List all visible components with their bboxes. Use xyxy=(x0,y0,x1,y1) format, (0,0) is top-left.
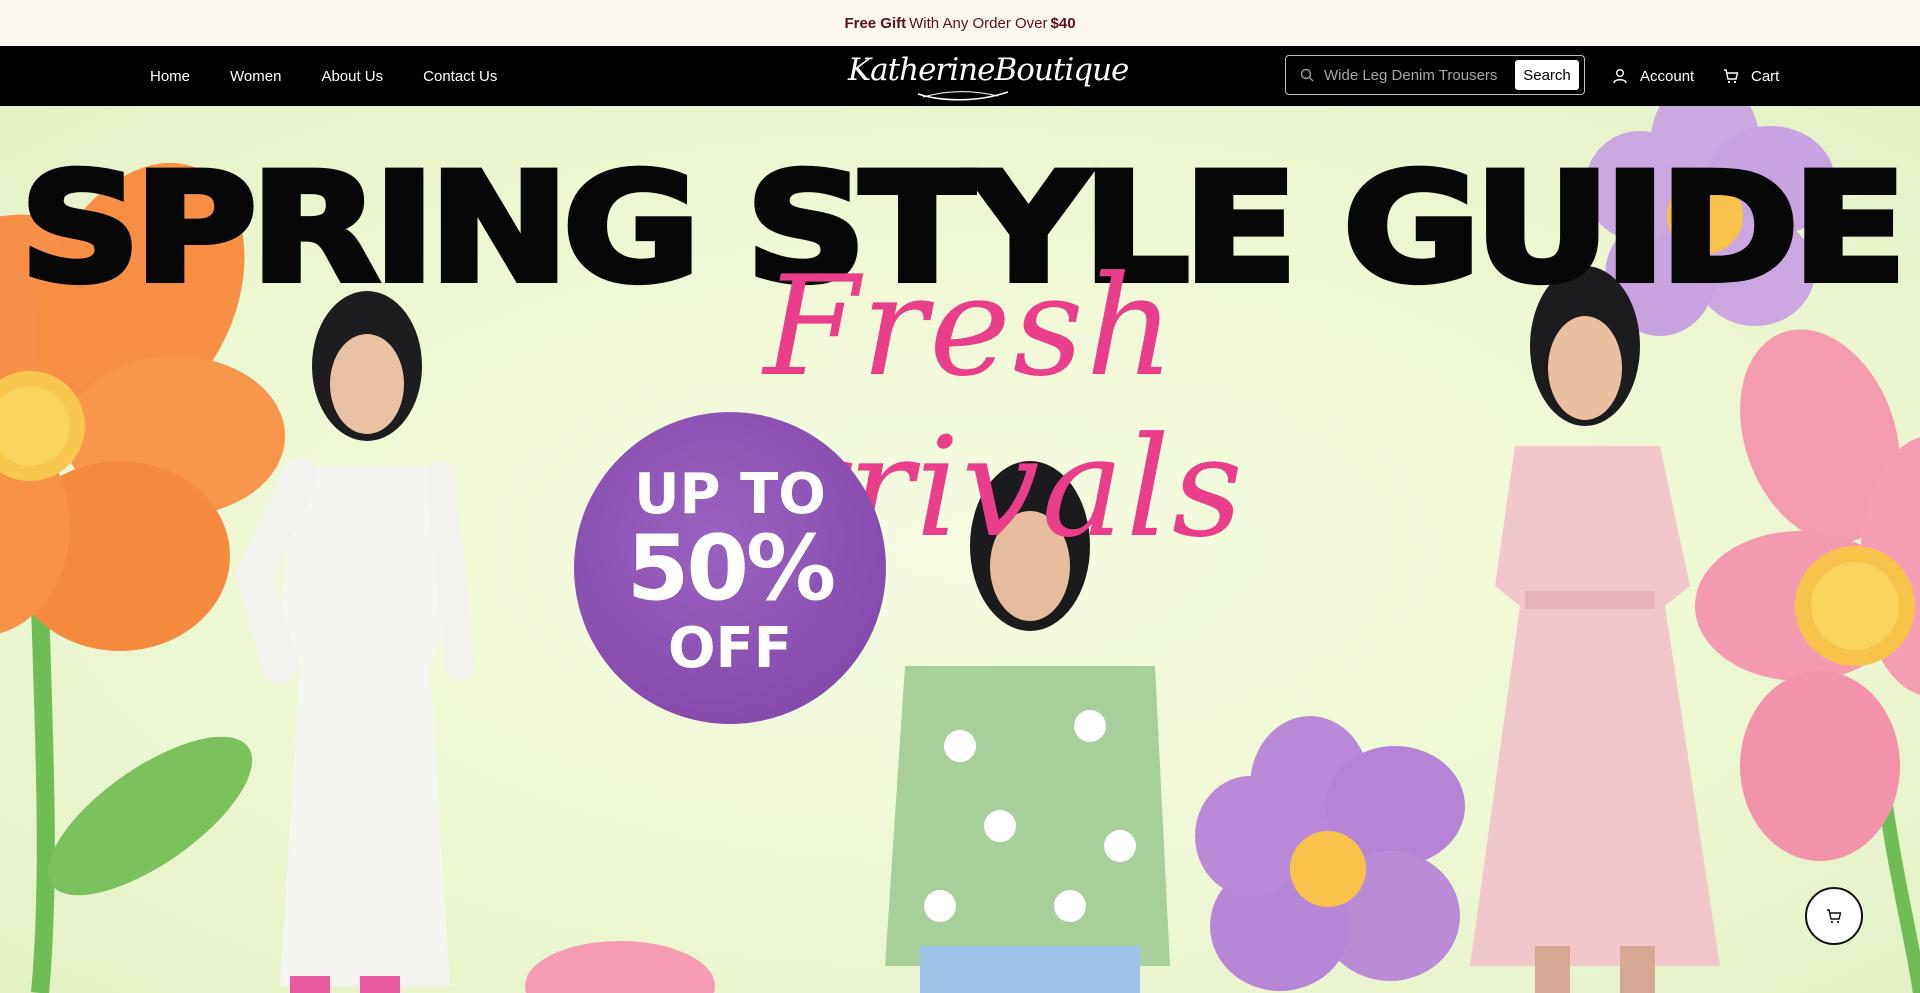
nav-contact-us[interactable]: Contact Us xyxy=(423,68,497,85)
main-nav: Home Women About Us Contact Us xyxy=(150,46,537,106)
account-label: Account xyxy=(1640,67,1695,85)
nav-home[interactable]: Home xyxy=(150,68,190,85)
site-header: Home Women About Us Contact Us Katherine… xyxy=(0,46,1920,106)
site-logo[interactable]: KatherineBoutique xyxy=(848,50,1129,102)
purple-flower-illustration xyxy=(1195,716,1465,991)
model-white-lace-dress xyxy=(235,291,475,993)
search-input[interactable] xyxy=(1324,66,1514,84)
announcement-amount: $40 xyxy=(1050,14,1076,32)
announcement-gift: Free Gift xyxy=(844,14,907,32)
user-icon xyxy=(1613,69,1627,84)
badge-line-percent: 50% xyxy=(626,516,836,621)
badge-line-off: OFF xyxy=(667,616,793,681)
pink-petal-illustration xyxy=(525,941,715,993)
model-pink-shirt-dress xyxy=(1470,266,1720,993)
cart-link[interactable]: Cart xyxy=(1723,46,1779,106)
announcement-bar: Free Gift With Any Order Over $40 xyxy=(0,0,1920,46)
account-link[interactable]: Account xyxy=(1612,46,1694,106)
nav-about-us[interactable]: About Us xyxy=(321,68,383,85)
cart-icon xyxy=(1827,909,1842,924)
pink-flower-illustration xyxy=(1695,329,1920,993)
nav-women[interactable]: Women xyxy=(230,68,281,85)
logo-swash xyxy=(917,91,1009,101)
cart-label: Cart xyxy=(1751,67,1780,85)
hero-banner[interactable]: SPRING STYLE GUIDE Fresh arrivals UP TO … xyxy=(0,106,1920,993)
search-icon xyxy=(1300,68,1314,82)
search-box: Search xyxy=(1285,55,1585,95)
discount-badge: UP TO 50% OFF xyxy=(574,412,886,724)
floating-cart-button[interactable] xyxy=(1805,887,1863,945)
search-button[interactable]: Search xyxy=(1515,60,1579,90)
cart-icon xyxy=(1724,69,1739,84)
announcement-text: With Any Order Over xyxy=(909,14,1048,32)
